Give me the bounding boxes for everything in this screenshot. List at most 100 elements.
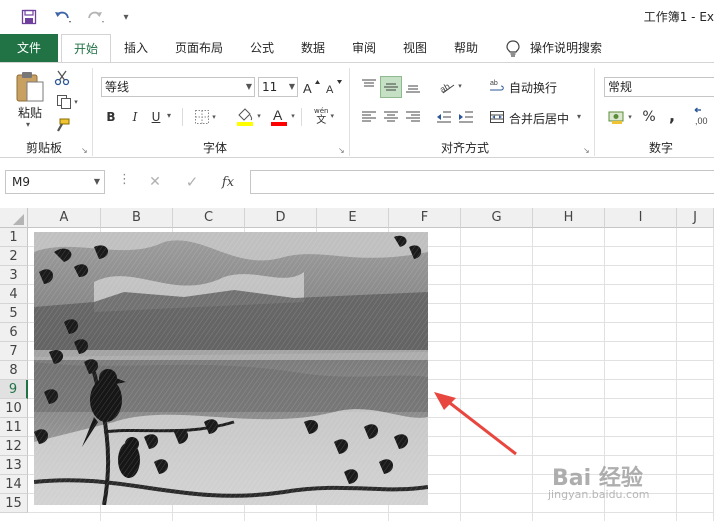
increase-font-size-icon[interactable]: A <box>301 77 321 97</box>
fill-color-icon[interactable]: ▾ <box>232 105 264 127</box>
gridline-vertical <box>532 228 533 521</box>
alignment-launcher-icon[interactable]: ↘ <box>583 146 590 155</box>
column-header[interactable]: F <box>389 208 461 228</box>
align-right-icon[interactable] <box>403 107 423 127</box>
cancel-entry-button[interactable]: ✕ <box>145 172 165 192</box>
name-box[interactable]: M9 ▼ <box>5 170 105 194</box>
column-header[interactable]: G <box>461 208 533 228</box>
increase-decimal-icon[interactable]: ,00 <box>692 105 714 127</box>
paste-button-label[interactable]: 粘贴 <box>14 104 46 121</box>
save-icon[interactable] <box>18 7 40 27</box>
align-center-icon[interactable] <box>381 107 401 127</box>
row-header[interactable]: 6 <box>0 323 28 342</box>
tab-page-layout[interactable]: 页面布局 <box>166 34 232 62</box>
column-header[interactable]: D <box>245 208 317 228</box>
format-painter-icon[interactable] <box>52 116 72 136</box>
align-bottom-icon[interactable] <box>403 76 423 96</box>
column-header[interactable]: J <box>677 208 714 228</box>
column-header[interactable]: E <box>317 208 389 228</box>
tab-home[interactable]: 开始 <box>61 34 111 64</box>
align-top-icon[interactable] <box>359 76 379 96</box>
copy-icon[interactable]: ▾ <box>52 92 82 112</box>
chevron-down-icon: ▼ <box>245 82 252 91</box>
ribbon-separator <box>594 68 595 156</box>
orientation-icon[interactable]: ab ▾ <box>434 76 466 96</box>
row-header[interactable]: 5 <box>0 304 28 323</box>
column-header[interactable]: A <box>28 208 101 228</box>
tab-view[interactable]: 视图 <box>393 34 437 62</box>
merge-center-label[interactable]: 合并后居中 <box>509 110 569 127</box>
customize-qat-icon[interactable]: ▾ <box>118 7 134 27</box>
font-name-combo[interactable]: 等线 ▼ <box>101 77 255 97</box>
tab-review[interactable]: 审阅 <box>342 34 386 62</box>
tab-file[interactable]: 文件 <box>0 34 58 62</box>
align-left-icon[interactable] <box>359 107 379 127</box>
row-header[interactable]: 11 <box>0 418 28 437</box>
merge-center-icon[interactable] <box>488 107 506 127</box>
comma-style-button[interactable]: , <box>664 105 680 125</box>
number-format-combo[interactable]: 常规 <box>604 77 714 97</box>
bold-button[interactable]: B <box>103 107 119 127</box>
lightbulb-icon[interactable] <box>506 40 522 58</box>
paste-dropdown-arrow[interactable]: ▾ <box>26 120 30 129</box>
annotation-arrow <box>434 392 517 456</box>
tab-formulas[interactable]: 公式 <box>240 34 284 62</box>
tab-help[interactable]: 帮助 <box>444 34 488 62</box>
wrap-text-label[interactable]: 自动换行 <box>509 79 557 96</box>
tab-insert[interactable]: 插入 <box>114 34 158 62</box>
underline-button[interactable]: U <box>148 107 164 127</box>
decrease-indent-icon[interactable] <box>434 107 454 127</box>
row-header[interactable]: 9 <box>0 380 28 399</box>
merge-center-dropdown-icon[interactable]: ▾ <box>577 112 581 121</box>
row-header[interactable]: 4 <box>0 285 28 304</box>
row-header[interactable]: 14 <box>0 475 28 494</box>
clipboard-group-label: 剪贴板 <box>25 141 62 155</box>
row-header[interactable]: 7 <box>0 342 28 361</box>
phonetic-guide-icon[interactable]: wén 文 ▾ <box>308 104 340 128</box>
percent-button[interactable]: % <box>641 107 657 127</box>
font-color-icon[interactable]: A ▾ <box>266 105 298 127</box>
increase-indent-icon[interactable] <box>456 107 476 127</box>
underline-dropdown-icon[interactable]: ▾ <box>167 111 171 120</box>
row-header[interactable]: 13 <box>0 456 28 475</box>
italic-button[interactable]: I <box>127 107 143 127</box>
enter-entry-button[interactable]: ✓ <box>182 172 202 192</box>
row-header[interactable]: 2 <box>0 247 28 266</box>
font-size-combo[interactable]: 11 ▼ <box>258 77 298 97</box>
formula-bar-grip-icon[interactable]: ⋮ <box>118 172 131 187</box>
row-header[interactable]: 10 <box>0 399 28 418</box>
select-all-button[interactable] <box>0 208 28 228</box>
row-header[interactable]: 15 <box>0 494 28 513</box>
tell-me-search[interactable]: 操作说明搜索 <box>530 34 610 62</box>
align-middle-icon[interactable] <box>380 76 402 98</box>
font-name-value: 等线 <box>105 80 130 94</box>
clipboard-launcher-icon[interactable]: ↘ <box>81 146 88 155</box>
font-group-label: 字体 <box>202 141 227 155</box>
redo-icon[interactable] <box>84 7 108 27</box>
gridline-horizontal <box>28 512 714 513</box>
borders-icon[interactable]: ▾ <box>190 107 220 127</box>
row-header[interactable]: 8 <box>0 361 28 380</box>
insert-function-button[interactable]: fx <box>218 172 238 192</box>
cut-icon[interactable] <box>52 68 72 88</box>
column-header[interactable]: H <box>533 208 605 228</box>
phonetic-guide-char: 文 <box>316 115 327 126</box>
inserted-picture[interactable] <box>34 232 428 505</box>
wrap-text-icon[interactable]: ab <box>488 76 506 96</box>
column-header[interactable]: B <box>101 208 173 228</box>
row-header[interactable]: 3 <box>0 266 28 285</box>
accounting-format-icon[interactable]: ▾ <box>604 107 636 127</box>
row-header[interactable]: 1 <box>0 228 28 247</box>
bird-landscape-image <box>34 232 428 505</box>
column-header[interactable]: I <box>605 208 677 228</box>
tab-data[interactable]: 数据 <box>291 34 335 62</box>
formula-input[interactable] <box>250 170 714 194</box>
row-header[interactable]: 12 <box>0 437 28 456</box>
ribbon-divider <box>182 108 183 126</box>
column-header[interactable]: C <box>173 208 245 228</box>
font-launcher-icon[interactable]: ↘ <box>338 146 345 155</box>
decrease-font-size-icon[interactable]: A <box>324 77 344 97</box>
undo-icon[interactable] <box>50 7 76 27</box>
paste-icon[interactable] <box>14 70 46 104</box>
window-title: 工作簿1 - Ex <box>643 10 714 24</box>
